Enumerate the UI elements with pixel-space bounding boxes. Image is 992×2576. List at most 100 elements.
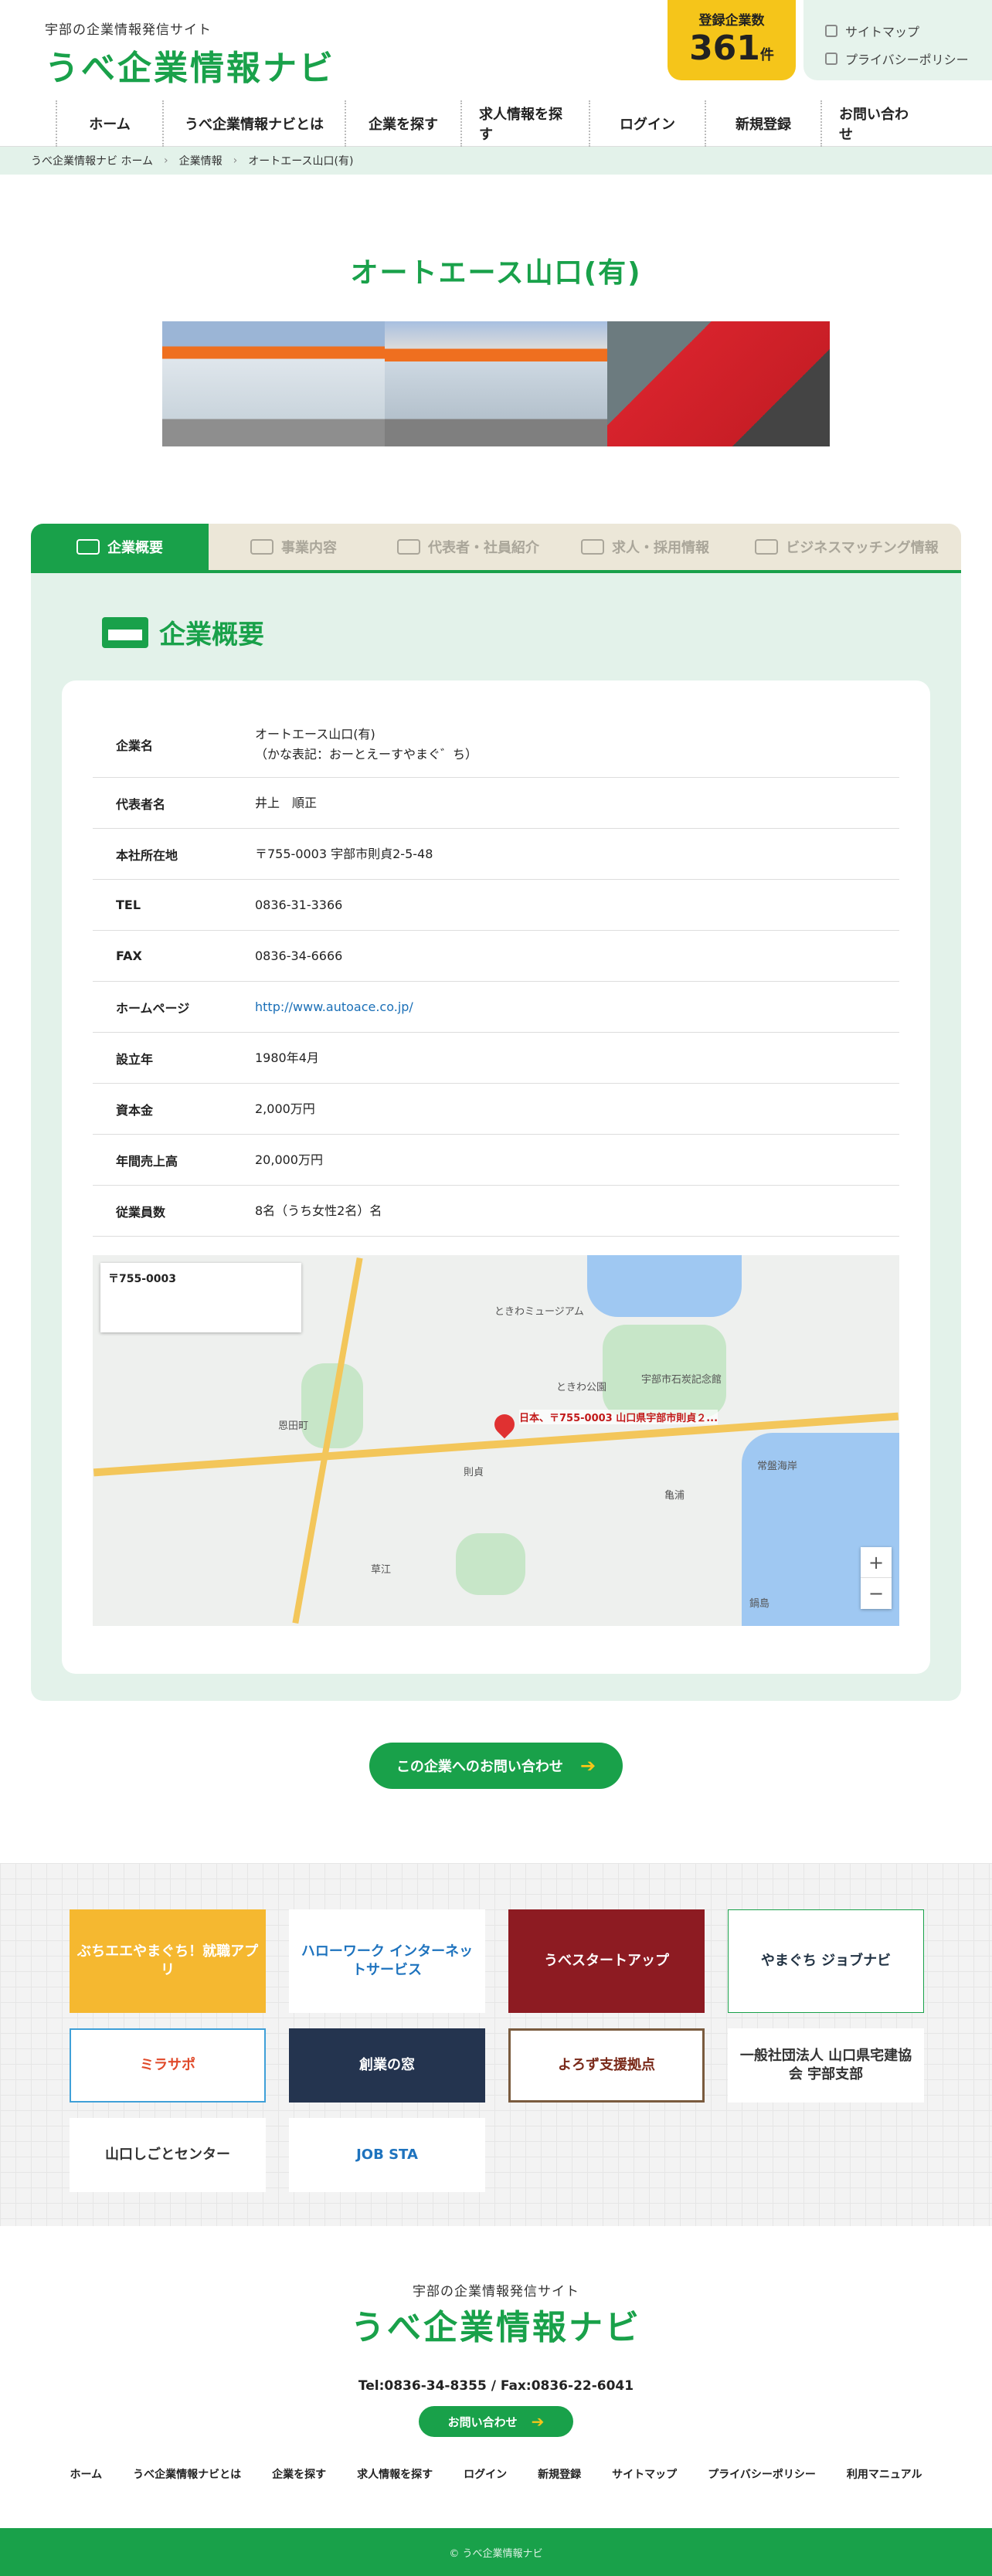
map-pin-icon[interactable] — [490, 1410, 519, 1439]
tab-overview[interactable]: 企業概要 — [31, 524, 209, 570]
info-label: 年間売上高 — [116, 1153, 178, 1169]
count-label: 登録企業数 — [698, 13, 765, 29]
company-photo-storefront — [162, 321, 385, 446]
tab-recruit-label: 求人・採用情報 — [612, 540, 709, 556]
arrow-right-icon: ➔ — [531, 2412, 545, 2431]
breadcrumb: うべ企業情報ナビ ホーム › 企業情報 › オートエース山口(有) — [0, 147, 992, 175]
building-icon — [76, 539, 100, 555]
nav-about[interactable]: うべ企業情報ナビとは — [162, 100, 345, 147]
info-value: 0836-34-6666 — [255, 948, 343, 963]
arrow-right-icon: ➔ — [579, 1755, 596, 1777]
company-photo-car — [607, 321, 830, 446]
banner-shushoku-app[interactable]: ぶちエエやまぐち！就職アプリ — [70, 1909, 266, 2013]
company-contact-button[interactable]: この企業へのお問い合わせ ➔ — [369, 1743, 623, 1789]
info-label: ホームページ — [116, 1000, 190, 1016]
tab-matching-label: ビジネスマッチング情報 — [786, 540, 939, 556]
info-label: 設立年 — [116, 1051, 154, 1067]
footer-nav-search-company[interactable]: 企業を探す — [272, 2466, 326, 2482]
breadcrumb-home[interactable]: うべ企業情報ナビ ホーム — [31, 153, 153, 168]
footer-nav-register[interactable]: 新規登録 — [538, 2466, 581, 2482]
banner-takken[interactable]: 一般社団法人 山口県宅建協会 宇部支部 — [728, 2028, 924, 2103]
banner-ube-startup[interactable]: うべスタートアップ — [508, 1909, 705, 2013]
breadcrumb-company-info[interactable]: 企業情報 — [179, 153, 223, 168]
homepage-link[interactable]: http://www.autoace.co.jp/ — [255, 1000, 413, 1014]
company-contact-label: この企業へのお問い合わせ — [396, 1759, 563, 1775]
company-tabs: 企業概要 事業内容 代表者・社員紹介 求人・採用情報 ビジネスマッチング情報 — [31, 524, 961, 573]
location-map[interactable]: ときわミュージアム ときわ公園 宇部市石炭記念館 常盤海岸 草江 恩田町 則貞 … — [93, 1255, 899, 1626]
nav-search-company[interactable]: 企業を探す — [345, 100, 460, 147]
overview-panel: 企業概要 企業名 オートエース山口(有) （かな表記：おーとえーすやまぐ゛ち） … — [31, 573, 961, 1701]
site-footer: 宇部の企業情報発信サイト うべ企業情報ナビ Tel:0836-34-8355 /… — [0, 2226, 992, 2576]
site-header: 宇部の企業情報発信サイト うべ企業情報ナビ 登録企業数 361件 サイトマップ … — [0, 0, 992, 100]
count-unit: 件 — [759, 47, 774, 63]
banner-hellowork[interactable]: ハローワーク インターネットサービス — [289, 1909, 485, 2013]
map-place: 宇部市石炭記念館 — [641, 1374, 722, 1386]
info-row-company-name: 企業名 オートエース山口(有) （かな表記：おーとえーすやまぐ゛ち） — [93, 711, 899, 778]
footer-nav-about[interactable]: うべ企業情報ナビとは — [133, 2466, 241, 2482]
registered-count-box: 登録企業数 361件 — [668, 0, 796, 80]
footer-nav-home[interactable]: ホーム — [70, 2466, 103, 2482]
footer-nav-search-jobs[interactable]: 求人情報を探す — [357, 2466, 433, 2482]
map-place: 則貞 — [464, 1467, 484, 1478]
map-info-window: 〒755-0003 — [100, 1263, 301, 1332]
banner-yorozu[interactable]: よろず支援拠点 — [508, 2028, 705, 2103]
info-row-homepage: ホームページ http://www.autoace.co.jp/ — [93, 982, 899, 1033]
map-info-title: 〒755-0003 — [108, 1273, 176, 1285]
privacy-link[interactable]: プライバシーポリシー — [825, 49, 992, 68]
section-title: 企業概要 — [159, 619, 264, 650]
info-row-address: 本社所在地 〒755-0003 宇部市則貞2-5-48 — [93, 829, 899, 880]
chevron-right-icon: › — [233, 154, 238, 167]
site-logo[interactable]: うべ企業情報ナビ — [45, 40, 335, 90]
banner-jobsta[interactable]: JOB STA — [289, 2118, 485, 2192]
nav-home[interactable]: ホーム — [56, 100, 162, 147]
info-row-representative: 代表者名 井上 順正 — [93, 778, 899, 829]
map-zoom-controls: + − — [861, 1547, 892, 1609]
tab-overview-label: 企業概要 — [107, 540, 163, 556]
info-row-fax: FAX 0836-34-6666 — [93, 931, 899, 982]
count-value: 361 — [689, 29, 760, 68]
breadcrumb-current: オートエース山口(有) — [248, 155, 354, 168]
banner-sogyo-mado[interactable]: 創業の窓 — [289, 2028, 485, 2103]
info-label: 本社所在地 — [116, 847, 178, 863]
banner-shigoto-center[interactable]: 山口しごとセンター — [70, 2118, 266, 2192]
tab-business-label: 事業内容 — [281, 540, 337, 556]
nav-register[interactable]: 新規登録 — [705, 100, 820, 147]
map-place: 亀浦 — [664, 1490, 685, 1502]
footer-tagline: 宇部の企業情報発信サイト — [413, 2284, 579, 2299]
building-icon — [102, 616, 148, 648]
people-icon — [397, 539, 420, 555]
document-icon — [825, 53, 837, 65]
footer-nav-privacy[interactable]: プライバシーポリシー — [708, 2466, 816, 2482]
company-kana-value: （かな表記：おーとえーすやまぐ゛ち） — [255, 746, 478, 762]
nav-search-jobs[interactable]: 求人情報を探す — [460, 100, 589, 147]
tab-matching[interactable]: ビジネスマッチング情報 — [732, 524, 961, 570]
utility-links: サイトマップ プライバシーポリシー — [803, 0, 992, 80]
map-place: ときわ公園 — [556, 1382, 607, 1393]
footer-logo[interactable]: うべ企業情報ナビ — [351, 2308, 641, 2347]
info-value: 0836-31-3366 — [255, 897, 343, 912]
info-value: 井上 順正 — [255, 795, 318, 810]
tab-staff-label: 代表者・社員紹介 — [428, 540, 539, 556]
info-row-tel: TEL 0836-31-3366 — [93, 880, 899, 931]
footer-nav-sitemap[interactable]: サイトマップ — [612, 2466, 677, 2482]
map-place: 常盤海岸 — [757, 1461, 798, 1472]
nav-login[interactable]: ログイン — [589, 100, 705, 147]
info-label: 従業員数 — [116, 1204, 166, 1220]
zoom-in-button[interactable]: + — [861, 1547, 892, 1578]
info-value: オートエース山口(有) （かな表記：おーとえーすやまぐ゛ち） — [255, 725, 899, 765]
footer-nav: ホーム うべ企業情報ナビとは 企業を探す 求人情報を探す ログイン 新規登録 サ… — [0, 2466, 992, 2482]
banner-jobnavi[interactable]: やまぐち ジョブナビ — [728, 1909, 924, 2013]
tab-business[interactable]: 事業内容 — [209, 524, 379, 570]
tab-staff[interactable]: 代表者・社員紹介 — [379, 524, 558, 570]
sitemap-link[interactable]: サイトマップ — [825, 22, 992, 40]
footer-nav-login[interactable]: ログイン — [464, 2466, 507, 2482]
footer-nav-manual[interactable]: 利用マニュアル — [847, 2466, 922, 2482]
info-label: TEL — [116, 898, 141, 912]
tab-recruit[interactable]: 求人・採用情報 — [558, 524, 732, 570]
footer-contact-button[interactable]: お問い合わせ ➔ — [419, 2406, 573, 2437]
nav-contact[interactable]: お問い合わせ — [820, 100, 936, 147]
zoom-out-button[interactable]: − — [861, 1578, 892, 1609]
banner-mirasapo[interactable]: ミラサポ — [70, 2028, 266, 2103]
page-title: オートエース山口(有) — [350, 257, 642, 289]
company-photo-building — [385, 321, 607, 446]
